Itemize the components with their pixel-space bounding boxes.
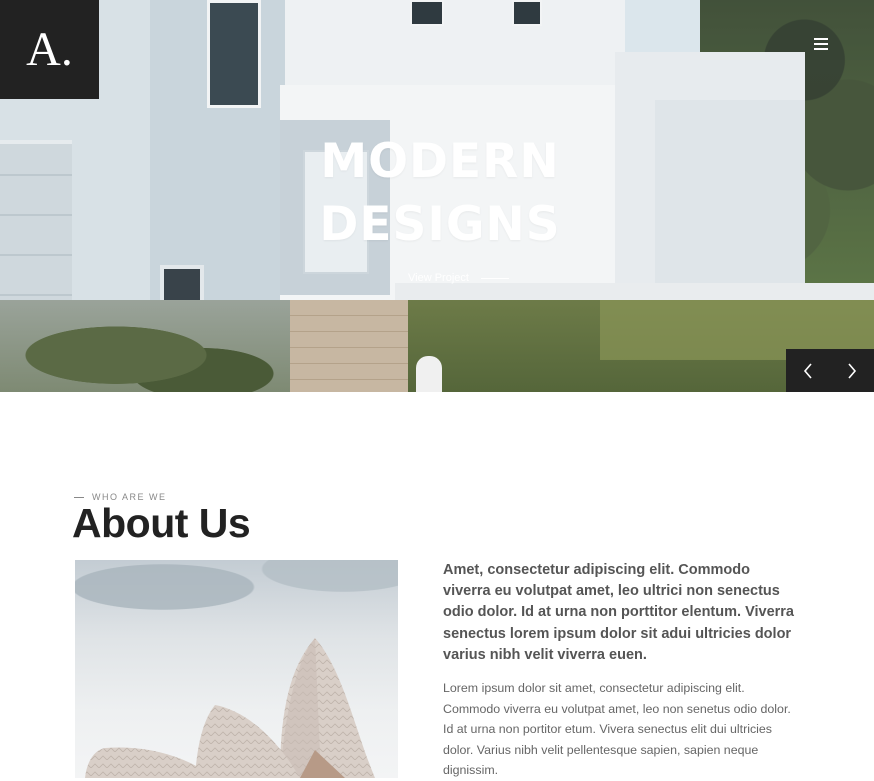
- hero-shrubs: [0, 300, 290, 392]
- about-title: About Us: [72, 500, 251, 546]
- hero-window: [410, 0, 444, 26]
- hero-house-wall: [655, 100, 805, 300]
- view-project-line-icon: [480, 277, 509, 279]
- slider-next-button[interactable]: [830, 349, 874, 392]
- view-project-label: View Project: [408, 272, 469, 284]
- about-lead-text: Amet, consectetur adipiscing elit. Commo…: [443, 562, 794, 663]
- site-logo[interactable]: A.: [0, 0, 99, 99]
- hero-title: MODERN DESIGNS: [290, 130, 590, 256]
- hero-house-wall: [285, 0, 625, 90]
- hero-window: [207, 0, 261, 108]
- hero-bollard: [416, 356, 442, 392]
- view-project-link[interactable]: View Project: [408, 272, 509, 284]
- about-body-text: Lorem ipsum dolor sit amet, consectetur …: [443, 681, 791, 777]
- about-image: [75, 560, 398, 778]
- hero-section: MODERN DESIGNS View Project: [0, 0, 874, 392]
- chevron-right-icon: [848, 362, 857, 379]
- chevron-left-icon: [803, 362, 812, 379]
- hamburger-menu-icon[interactable]: [814, 38, 828, 50]
- logo-text: A.: [26, 23, 73, 76]
- hero-window: [512, 0, 542, 26]
- eyebrow-dash-icon: [74, 496, 84, 498]
- slider-prev-button[interactable]: [786, 349, 830, 392]
- hero-title-line-1: MODERN: [320, 134, 560, 189]
- opera-house-shells: [85, 638, 375, 778]
- hero-slider-nav: [786, 349, 874, 392]
- hero-title-line-2: DESIGNS: [319, 197, 561, 252]
